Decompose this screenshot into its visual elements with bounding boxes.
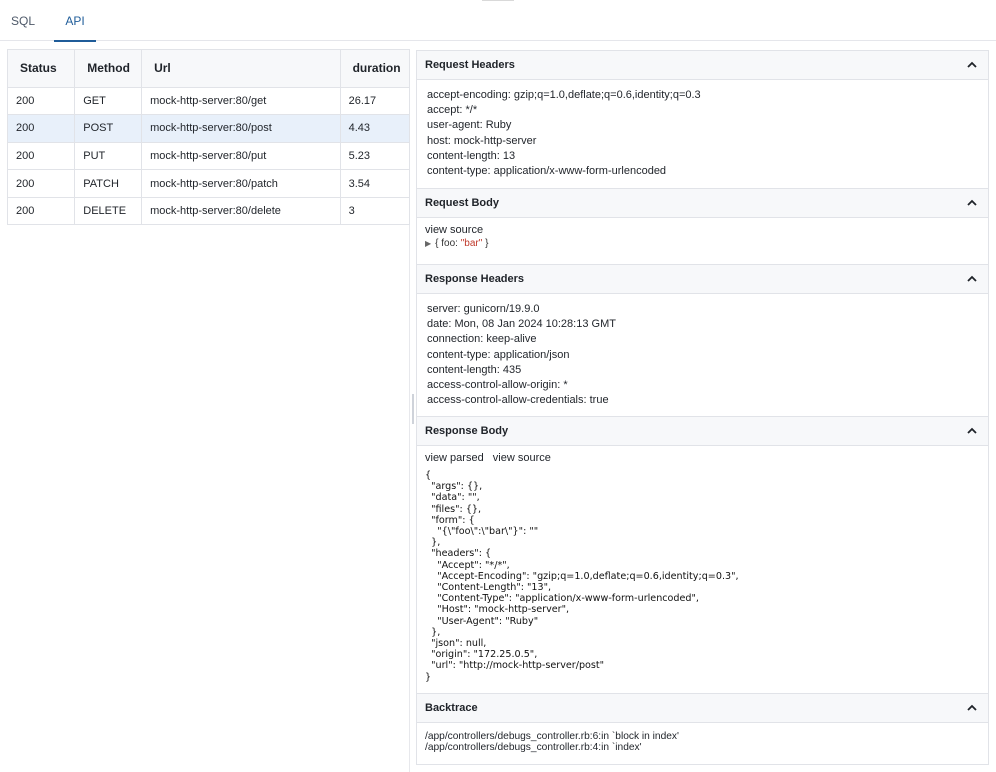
header-line: access-control-allow-credentials: true [427, 394, 609, 407]
requests-table: Status Method Url duration 200 GET mock-… [7, 49, 410, 226]
table-header-row: Status Method Url duration [8, 50, 409, 88]
cell-url: mock-http-server:80/patch [141, 169, 341, 198]
view-source-link[interactable]: view source [425, 224, 483, 236]
table-row[interactable]: 200 PUT mock-http-server:80/put 5.23 [8, 142, 409, 171]
column-header-url[interactable]: Url [141, 50, 341, 88]
backtrace-line: /app/controllers/debugs_controller.rb:6:… [425, 731, 679, 742]
chevron-up-icon[interactable] [966, 59, 978, 71]
pane-divider [409, 225, 410, 772]
header-line: access-control-allow-origin: * [427, 379, 568, 392]
response-headers-section: Response Headers server: gunicorn/19.9.0… [417, 265, 988, 417]
request-headers-list: accept-encoding: gzip;q=1.0,deflate;q=0.… [417, 80, 988, 179]
request-body-view-links: view source [417, 218, 988, 236]
header-line: connection: keep-alive [427, 333, 537, 346]
request-headers-header[interactable]: Request Headers [417, 51, 988, 80]
column-header-method[interactable]: Method [74, 50, 143, 88]
cell-url: mock-http-server:80/delete [141, 197, 341, 226]
section-title: Response Headers [425, 273, 525, 285]
header-line: date: Mon, 08 Jan 2024 10:28:13 GMT [427, 318, 616, 331]
section-title: Request Headers [425, 59, 515, 71]
response-body-json: { "args": {}, "data": "", "files": {}, "… [425, 470, 739, 683]
view-source-link[interactable]: view source [493, 452, 551, 464]
tab-bar: SQL API [0, 0, 996, 42]
pane-resize-handle[interactable] [412, 394, 414, 424]
header-line: content-length: 13 [427, 149, 516, 162]
request-body-header[interactable]: Request Body [417, 189, 988, 218]
tab-api[interactable]: API [54, 0, 96, 42]
cell-url: mock-http-server:80/post [141, 114, 341, 143]
table-row-selected[interactable]: 200 POST mock-http-server:80/post 4.43 [8, 114, 409, 143]
cell-method: PATCH [74, 169, 143, 198]
request-body-tree[interactable]: ▶ { foo: "bar" } [417, 236, 988, 249]
backtrace-header[interactable]: Backtrace [417, 694, 988, 723]
section-title: Backtrace [425, 702, 478, 714]
request-body-section: Request Body view source ▶ { foo: "bar" } [417, 189, 988, 265]
chevron-up-icon[interactable] [966, 425, 978, 437]
response-body-section: Response Body view parsed view source { … [417, 417, 988, 694]
tree-prefix: { foo: [435, 238, 461, 249]
header-line: content-length: 435 [427, 363, 522, 376]
table-row[interactable]: 200 PATCH mock-http-server:80/patch 3.54 [8, 169, 409, 198]
cell-url: mock-http-server:80/get [141, 87, 341, 116]
cell-url: mock-http-server:80/put [141, 142, 341, 171]
header-line: user-agent: Ruby [427, 119, 512, 132]
cell-duration: 3.54 [340, 169, 409, 198]
request-details-panel: Request Headers accept-encoding: gzip;q=… [416, 50, 989, 765]
chevron-up-icon[interactable] [966, 702, 978, 714]
column-header-status[interactable]: Status [8, 50, 76, 88]
backtrace-line: /app/controllers/debugs_controller.rb:4:… [425, 742, 642, 753]
cell-method: POST [74, 114, 143, 143]
cell-method: PUT [74, 142, 143, 171]
header-line: accept: */* [427, 104, 478, 117]
table-row[interactable]: 200 DELETE mock-http-server:80/delete 3 [8, 197, 409, 226]
cell-method: GET [74, 87, 143, 116]
header-line: accept-encoding: gzip;q=1.0,deflate;q=0.… [427, 89, 701, 101]
header-line: host: mock-http-server [427, 134, 537, 147]
cell-status: 200 [8, 142, 76, 171]
cell-duration: 3 [340, 197, 409, 226]
cell-method: DELETE [74, 197, 143, 226]
tree-suffix: } [482, 238, 489, 249]
chevron-up-icon[interactable] [966, 273, 978, 285]
backtrace-list: /app/controllers/debugs_controller.rb:6:… [417, 723, 988, 753]
triangle-right-icon[interactable]: ▶ [425, 239, 431, 248]
table-row[interactable]: 200 GET mock-http-server:80/get 26.17 [8, 87, 409, 116]
section-title: Request Body [425, 197, 499, 209]
response-headers-header[interactable]: Response Headers [417, 265, 988, 294]
cell-status: 200 [8, 169, 76, 198]
section-title: Response Body [425, 425, 509, 437]
tab-sql[interactable]: SQL [11, 0, 41, 41]
cell-status: 200 [8, 114, 76, 143]
request-headers-section: Request Headers accept-encoding: gzip;q=… [417, 51, 988, 189]
header-line: content-type: application/json [427, 348, 570, 361]
chevron-up-icon[interactable] [966, 197, 978, 209]
cell-status: 200 [8, 197, 76, 226]
header-line: content-type: application/x-www-form-url… [427, 165, 667, 178]
header-line: server: gunicorn/19.9.0 [427, 303, 540, 315]
cell-duration: 26.17 [340, 87, 409, 116]
cell-status: 200 [8, 87, 76, 116]
view-parsed-link[interactable]: view parsed [425, 452, 484, 464]
cell-duration: 5.23 [340, 142, 409, 171]
response-body-header[interactable]: Response Body [417, 417, 988, 446]
response-headers-list: server: gunicorn/19.9.0 date: Mon, 08 Ja… [417, 294, 988, 408]
tree-value: "bar" [460, 238, 483, 249]
response-body-view-links: view parsed view source [417, 446, 988, 464]
cell-duration: 4.43 [340, 114, 409, 143]
backtrace-section: Backtrace /app/controllers/debugs_contro… [417, 694, 988, 764]
column-header-duration[interactable]: duration [340, 50, 409, 88]
